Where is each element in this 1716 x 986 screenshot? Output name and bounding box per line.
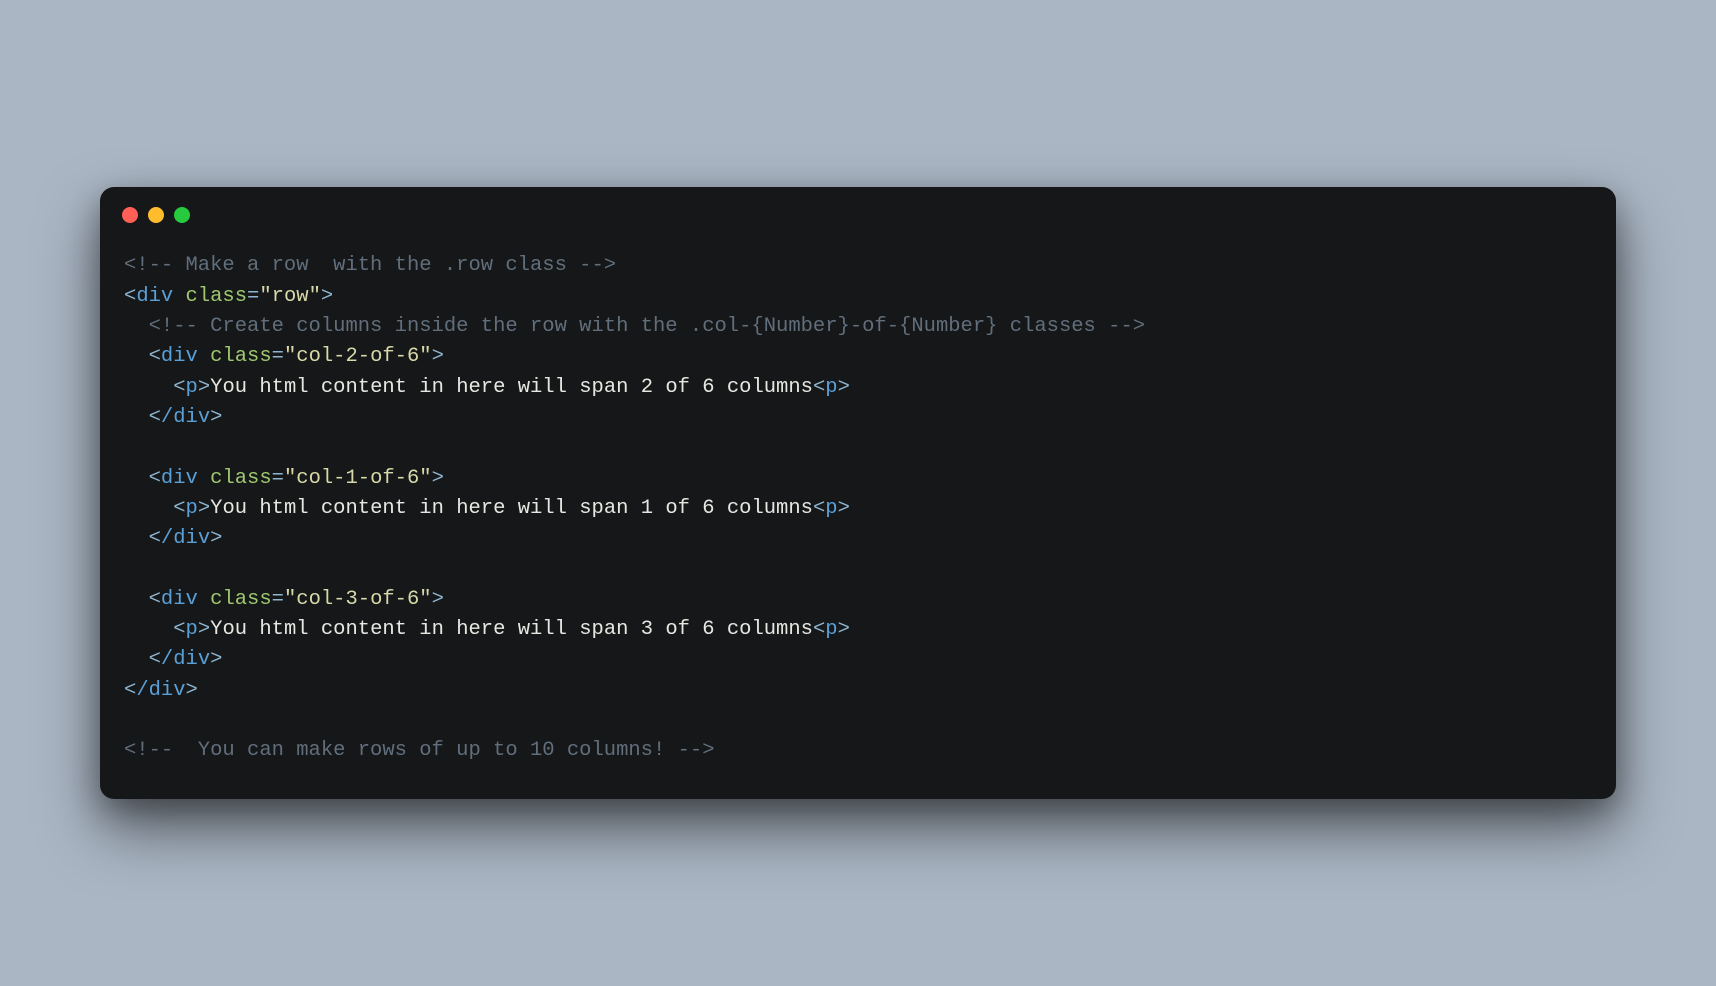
punct: = (272, 345, 284, 368)
tag-name: p (186, 376, 198, 399)
tag-name: p (825, 376, 837, 399)
attr-name: class (186, 285, 248, 308)
punct: = (272, 588, 284, 611)
punct: > (198, 376, 210, 399)
punct: < (149, 527, 161, 550)
punct: < (813, 376, 825, 399)
punct: < (124, 679, 136, 702)
punct: < (149, 406, 161, 429)
tag-name: div (161, 467, 198, 490)
tag-name: /div (161, 648, 210, 671)
minimize-icon[interactable] (148, 207, 164, 223)
string: "col-1-of-6" (284, 467, 432, 490)
string: "row" (259, 285, 321, 308)
tag-name: div (161, 588, 198, 611)
punct: < (173, 497, 185, 520)
punct: < (173, 618, 185, 641)
string: "col-3-of-6" (284, 588, 432, 611)
code-window: <!-- Make a row with the .row class --> … (100, 187, 1616, 799)
punct: > (321, 285, 333, 308)
punct: > (198, 618, 210, 641)
punct: > (838, 618, 850, 641)
indent (124, 618, 173, 641)
text-content: You html content in here will span 1 of … (210, 497, 813, 520)
punct: < (173, 376, 185, 399)
punct: < (124, 285, 136, 308)
punct: = (272, 467, 284, 490)
punct: < (813, 618, 825, 641)
string: "col-2-of-6" (284, 345, 432, 368)
punct: < (149, 467, 161, 490)
tag-name: p (825, 618, 837, 641)
tag-name: p (186, 497, 198, 520)
indent (124, 406, 149, 429)
tag-name: /div (136, 679, 185, 702)
indent (124, 376, 173, 399)
punct: > (432, 588, 444, 611)
text-content: You html content in here will span 3 of … (210, 618, 813, 641)
punct: > (432, 345, 444, 368)
tag-name: /div (161, 527, 210, 550)
window-titlebar (100, 187, 1616, 223)
attr-name: class (210, 588, 272, 611)
code-block: <!-- Make a row with the .row class --> … (100, 223, 1616, 799)
tag-name: p (825, 497, 837, 520)
attr-name: class (210, 467, 272, 490)
punct: < (813, 497, 825, 520)
punct: < (149, 588, 161, 611)
punct: > (838, 376, 850, 399)
attr-name: class (210, 345, 272, 368)
indent (124, 315, 149, 338)
comment-line: <!-- Create columns inside the row with … (149, 315, 1145, 338)
tag-name: p (186, 618, 198, 641)
zoom-icon[interactable] (174, 207, 190, 223)
indent (124, 467, 149, 490)
punct: > (198, 497, 210, 520)
comment-line: <!-- Make a row with the .row class --> (124, 254, 616, 277)
indent (124, 527, 149, 550)
tag-name: div (136, 285, 173, 308)
indent (124, 648, 149, 671)
close-icon[interactable] (122, 207, 138, 223)
punct: > (210, 648, 222, 671)
punct: > (210, 406, 222, 429)
text-content: You html content in here will span 2 of … (210, 376, 813, 399)
punct: > (186, 679, 198, 702)
indent (124, 588, 149, 611)
punct: > (432, 467, 444, 490)
punct: < (149, 648, 161, 671)
indent (124, 497, 173, 520)
punct: < (149, 345, 161, 368)
comment-line: <!-- You can make rows of up to 10 colum… (124, 739, 715, 762)
punct: > (210, 527, 222, 550)
punct: > (838, 497, 850, 520)
punct: = (247, 285, 259, 308)
tag-name: div (161, 345, 198, 368)
tag-name: /div (161, 406, 210, 429)
indent (124, 345, 149, 368)
